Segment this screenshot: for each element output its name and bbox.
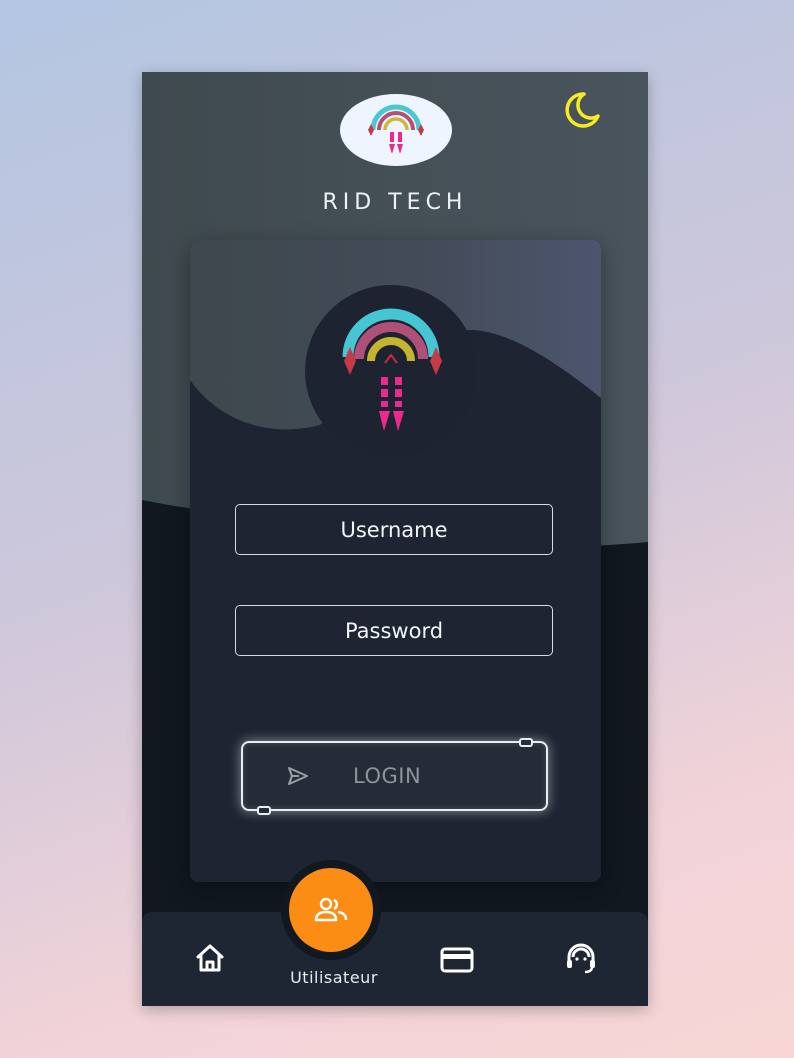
phone-frame: RID TECH Username LOGIN Utilisateur: [142, 72, 648, 1006]
username-input[interactable]: [235, 504, 553, 555]
header-logo: [340, 94, 452, 166]
password-input[interactable]: [235, 605, 553, 656]
bottom-navigation: [142, 912, 648, 1006]
login-label: LOGIN: [353, 764, 422, 788]
rainbow-rocket-logo-icon: [342, 308, 442, 431]
credit-card-icon[interactable]: [439, 942, 475, 978]
button-corner-knob: [257, 806, 271, 815]
moon-icon[interactable]: [560, 88, 604, 132]
home-icon[interactable]: [192, 940, 228, 976]
tab-utilisateur[interactable]: [289, 868, 373, 952]
send-icon: [288, 767, 308, 785]
brand-title: RID TECH: [322, 190, 468, 215]
card-logo: [305, 285, 477, 457]
rainbow-rocket-logo-icon: [368, 104, 424, 154]
nav-label-utilisateur[interactable]: Utilisateur: [272, 968, 396, 987]
login-card: LOGIN: [190, 240, 601, 882]
support-headset-icon[interactable]: [563, 940, 599, 976]
login-button[interactable]: LOGIN: [241, 738, 548, 815]
users-icon: [314, 897, 348, 922]
button-corner-knob: [519, 738, 533, 747]
